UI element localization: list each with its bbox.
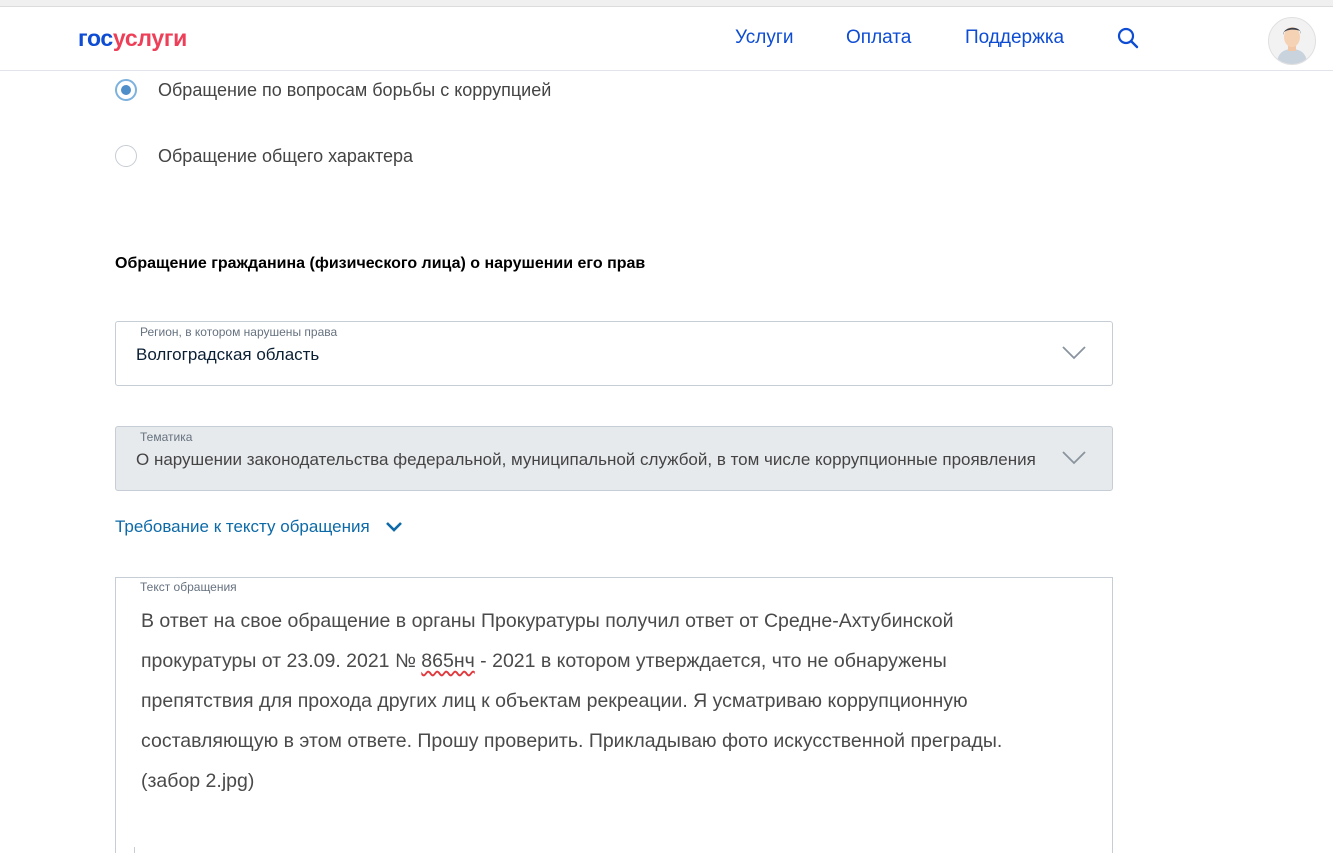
search-icon[interactable]: [1117, 27, 1139, 49]
chevron-down-icon[interactable]: [1062, 451, 1086, 465]
nav-support[interactable]: Поддержка: [965, 27, 1064, 49]
nav-payment[interactable]: Оплата: [846, 27, 911, 49]
logo-part-gos: гос: [78, 25, 113, 51]
topic-select[interactable]: Тематика О нарушении законодательства фе…: [115, 426, 1113, 491]
user-avatar-icon[interactable]: [1268, 17, 1316, 65]
radio-label-anticorruption: Обращение по вопросам борьбы с коррупцие…: [158, 80, 552, 100]
radio-anticorruption[interactable]: Обращение по вопросам борьбы с коррупцие…: [115, 79, 595, 105]
appeal-text-label: Текст обращения: [140, 580, 237, 594]
radio-label-general: Обращение общего характера: [158, 146, 414, 166]
topic-label: Тематика: [140, 430, 193, 444]
radio-general[interactable]: Обращение общего характера: [115, 145, 455, 171]
resize-mark: [134, 847, 135, 853]
nav-services[interactable]: Услуги: [735, 27, 793, 49]
logo-part-uslugi: услуги: [112, 25, 187, 51]
browser-top-strip: [0, 0, 1333, 7]
chevron-down-icon[interactable]: [385, 521, 403, 533]
appeal-text-content[interactable]: В ответ на свое обращение в органы Проку…: [141, 601, 1061, 801]
appeal-text-field[interactable]: Текст обращения В ответ на свое обращени…: [115, 577, 1113, 853]
topic-value: О нарушении законодательства федеральной…: [136, 450, 1036, 469]
region-label: Регион, в котором нарушены права: [140, 325, 338, 339]
region-select[interactable]: Регион, в котором нарушены права Волгогр…: [115, 321, 1113, 386]
radio-button-unchecked[interactable]: [115, 145, 137, 167]
spellcheck-flagged-word: 865нч: [421, 650, 475, 672]
gosuslugi-logo[interactable]: госуслуги: [78, 25, 187, 52]
section-title: Обращение гражданина (физического лица) …: [115, 255, 646, 272]
person-icon: [1277, 27, 1307, 64]
requirements-link[interactable]: Требование к тексту обращения: [115, 517, 370, 537]
chevron-down-icon[interactable]: [1062, 346, 1086, 360]
site-header: госуслуги Услуги Оплата Поддержка: [0, 7, 1333, 71]
region-value: Волгоградская область: [136, 345, 320, 364]
radio-button-checked[interactable]: [115, 79, 137, 101]
